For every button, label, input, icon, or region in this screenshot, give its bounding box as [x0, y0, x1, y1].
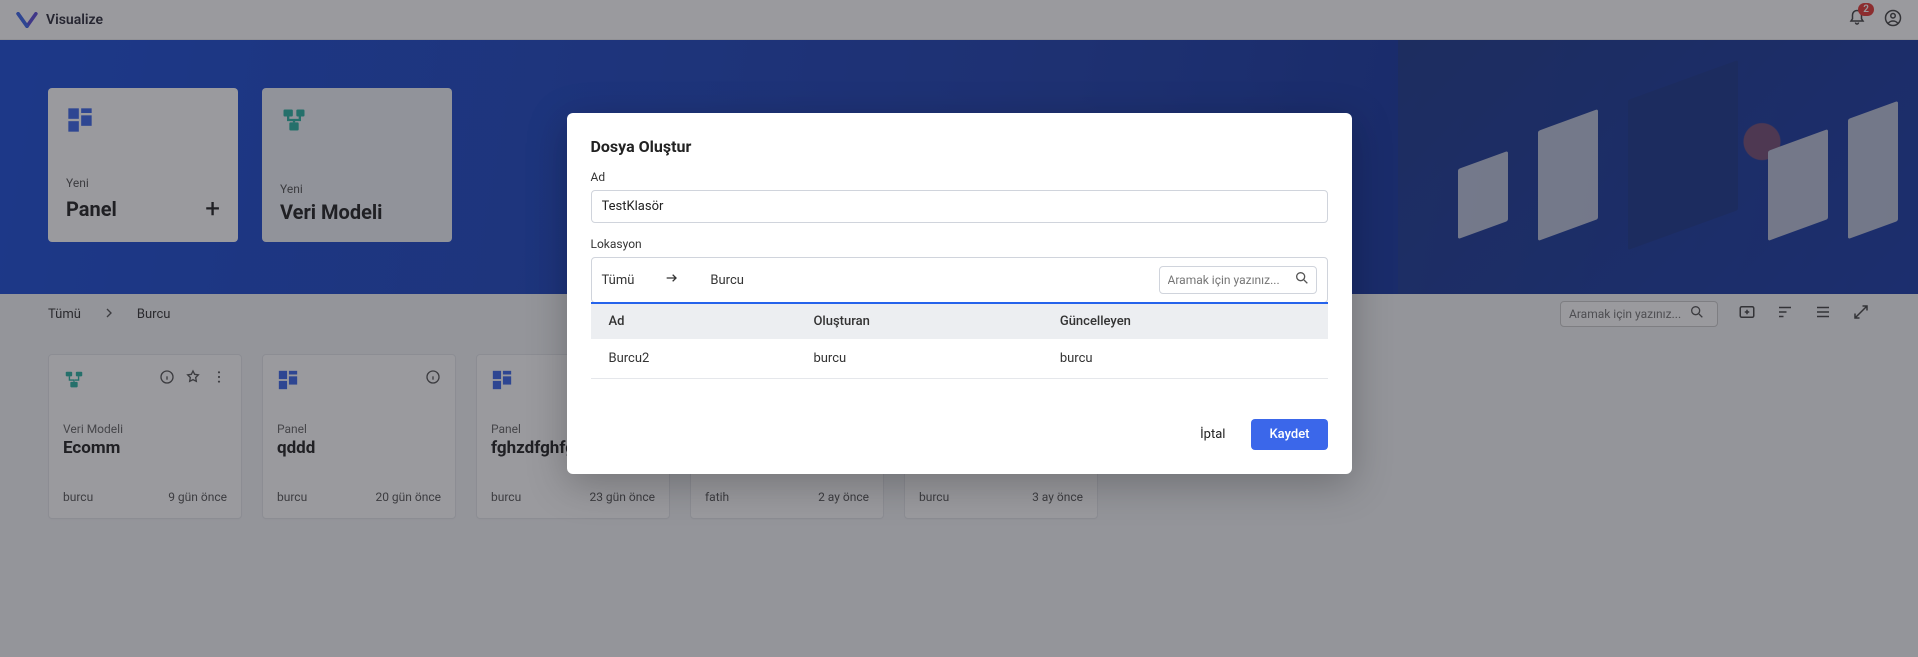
- location-current[interactable]: Burcu: [710, 273, 744, 288]
- cell-creator: burcu: [795, 339, 1041, 379]
- location-breadcrumb: Tümü Burcu: [602, 270, 744, 290]
- col-creator: Oluşturan: [795, 304, 1041, 339]
- save-button[interactable]: Kaydet: [1251, 419, 1327, 450]
- cancel-button[interactable]: İptal: [1182, 419, 1243, 450]
- modal-actions: İptal Kaydet: [591, 419, 1328, 450]
- name-input[interactable]: [591, 190, 1328, 223]
- cell-name: Burcu2: [591, 339, 796, 379]
- col-name: Ad: [591, 304, 796, 339]
- search-icon: [1294, 270, 1310, 290]
- location-search[interactable]: [1159, 266, 1317, 294]
- table-row[interactable]: Burcu2 burcu burcu: [591, 339, 1328, 379]
- modal-overlay: Dosya Oluştur Ad Lokasyon Tümü Burcu: [0, 0, 1918, 657]
- location-search-input[interactable]: [1168, 273, 1288, 287]
- location-label: Lokasyon: [591, 237, 1328, 251]
- location-row: Tümü Burcu: [591, 257, 1328, 303]
- col-updater: Güncelleyen: [1042, 304, 1328, 339]
- name-label: Ad: [591, 170, 1328, 184]
- arrow-right-icon: [664, 270, 680, 290]
- location-table: Ad Oluşturan Güncelleyen Burcu2 burcu bu…: [591, 304, 1328, 379]
- modal-title: Dosya Oluştur: [591, 137, 1328, 156]
- cell-updater: burcu: [1042, 339, 1328, 379]
- create-file-modal: Dosya Oluştur Ad Lokasyon Tümü Burcu: [567, 113, 1352, 474]
- location-root[interactable]: Tümü: [602, 273, 635, 288]
